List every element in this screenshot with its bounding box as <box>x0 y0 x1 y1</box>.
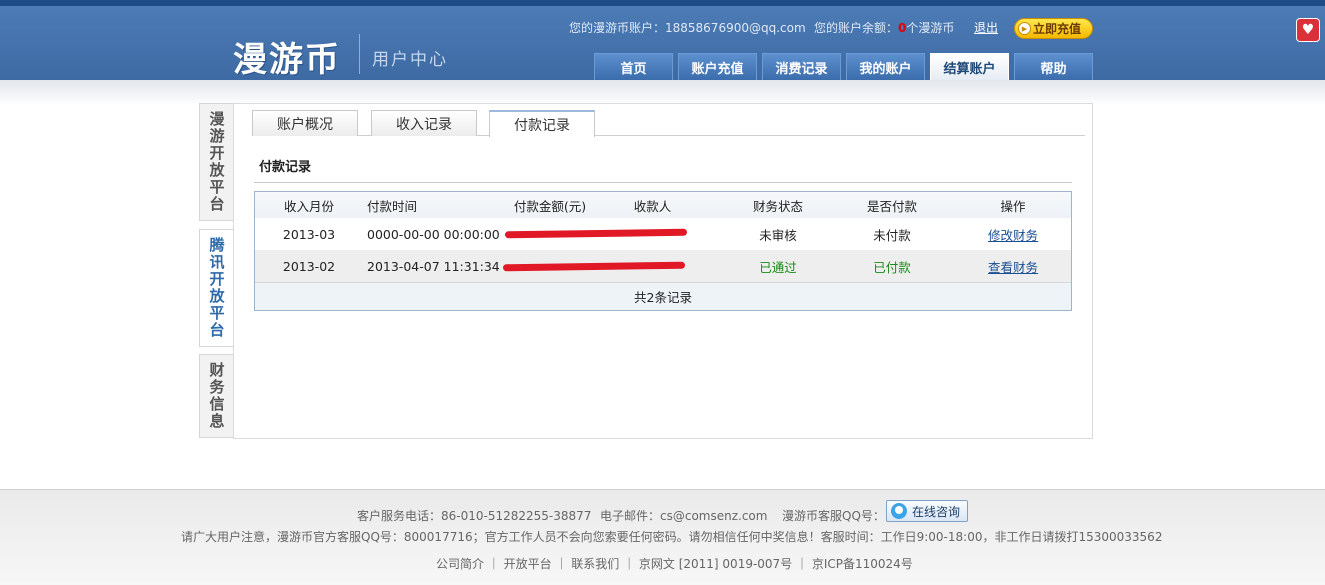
balance-suffix: 个漫游币 <box>906 21 955 35</box>
header-action: 操作 <box>1000 198 1026 214</box>
tab-overview[interactable]: 账户概况 <box>252 110 358 136</box>
logo[interactable]: 漫游币 <box>233 32 341 81</box>
sidebar-tab-label: 腾讯开放平台 <box>209 236 225 339</box>
tab-payment-records[interactable]: 付款记录 <box>489 110 595 137</box>
redaction-mark <box>504 228 688 239</box>
recharge-label: 立即充值 <box>1033 22 1082 36</box>
record-count: 共2条记录 <box>634 290 692 305</box>
sidebar-tab-label: 财务信息 <box>209 361 225 430</box>
consult-label: 在线咨询 <box>912 504 961 519</box>
online-consult-button[interactable]: 在线咨询 <box>886 500 968 522</box>
cell-paid: 未付款 <box>873 227 911 243</box>
table-row: 2013-03 0000-00-00 00:00:00 未审核 未付款 修改财务 <box>255 218 1071 250</box>
balance-info: 您的账户余额：0个漫游币 <box>814 19 954 36</box>
nav-item-consumption[interactable]: 消费记录 <box>762 53 841 80</box>
sidebar-tab-finance[interactable]: 财务信息 <box>199 354 234 438</box>
edit-finance-link[interactable]: 修改财务 <box>967 218 1059 250</box>
logo-divider <box>359 34 360 74</box>
header-month: 收入月份 <box>283 198 334 214</box>
header-amount: 付款金额(元) <box>513 198 587 214</box>
tab-income-records[interactable]: 收入记录 <box>371 110 477 136</box>
section-divider <box>254 182 1072 183</box>
logo-subtitle: 用户中心 <box>372 50 448 70</box>
cell-status: 已通过 <box>759 259 797 275</box>
redaction-mark <box>502 261 686 272</box>
sidebar-tab-label: 漫游开放平台 <box>209 110 225 213</box>
view-finance-link[interactable]: 查看财务 <box>967 250 1059 282</box>
nav-item-recharge[interactable]: 账户充值 <box>678 53 757 80</box>
header-finance-status: 财务状态 <box>752 198 803 214</box>
section-title: 付款记录 <box>259 160 312 175</box>
header-payee: 收款人 <box>633 198 672 214</box>
logout-link[interactable]: 退出 <box>974 19 998 36</box>
footer-notice: 请广大用户注意，漫游币官方客服QQ号：800017716；官方工作人员不会向您索… <box>181 530 1163 544</box>
nav-item-settlement[interactable]: 结算账户 <box>930 53 1009 80</box>
footer-qq-label: 漫游币客服QQ号： <box>782 509 885 523</box>
header-paid: 是否付款 <box>866 198 917 214</box>
cell-time: 2013-04-07 11:31:34 <box>367 258 500 274</box>
qq-icon <box>891 503 907 519</box>
cell-status: 未审核 <box>759 227 797 243</box>
cell-time: 0000-00-00 00:00:00 <box>367 226 500 242</box>
heart-icon[interactable]: ♥ <box>1296 18 1320 42</box>
table-header: 收入月份 付款时间 付款金额(元) 收款人 财务状态 是否付款 操作 <box>255 192 1071 218</box>
nav-item-my-account[interactable]: 我的账户 <box>846 53 925 80</box>
sidebar-tab-tencent[interactable]: 腾讯开放平台 <box>199 229 234 347</box>
cell-month: 2013-02 <box>282 258 336 274</box>
cell-paid: 已付款 <box>873 259 911 275</box>
table-footer: 共2条记录 <box>255 282 1071 310</box>
cell-month: 2013-03 <box>282 226 336 242</box>
sidebar-tab-manyou[interactable]: 漫游开放平台 <box>199 103 234 221</box>
nav-item-home[interactable]: 首页 <box>594 53 673 80</box>
table-row: 2013-02 2013-04-07 11:31:34 已通过 已付款 查看财务 <box>255 250 1071 282</box>
footer-phone: 客户服务电话：86-010-51282255-38877 <box>357 509 592 523</box>
recharge-button[interactable]: ▶ 立即充值 <box>1014 18 1093 39</box>
account-label: 您的漫游币账户：18858676900@qq.com <box>569 21 806 35</box>
header-time: 付款时间 <box>367 198 418 214</box>
footer-email: 电子邮件：cs@comsenz.com <box>600 509 768 523</box>
payment-table: 收入月份 付款时间 付款金额(元) 收款人 财务状态 是否付款 操作 2013-… <box>254 191 1072 311</box>
footer-links[interactable]: 公司简介 ｜ 开放平台 ｜ 联系我们 ｜ 京网文 [2011] 0019-007… <box>436 555 913 572</box>
balance-prefix: 您的账户余额： <box>814 21 899 35</box>
play-icon: ▶ <box>1018 22 1031 35</box>
nav-item-help[interactable]: 帮助 <box>1014 53 1093 80</box>
